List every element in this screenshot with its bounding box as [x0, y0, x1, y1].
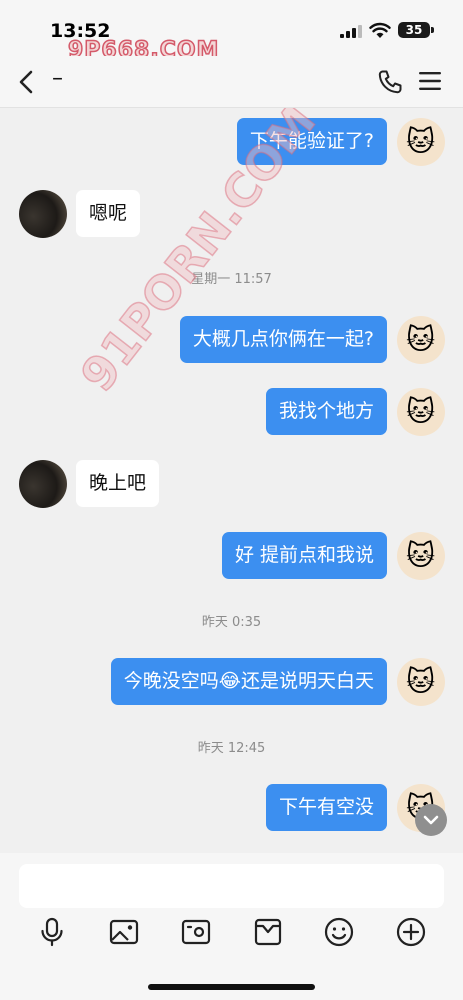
video-icon[interactable] [180, 916, 212, 948]
self-avatar[interactable]: 🐱 [397, 118, 445, 166]
message-list[interactable]: 下午能验证了? 🐱 嗯呢 星期一 11:57 大概几点你俩在一起? 🐱 我找个地… [0, 108, 463, 853]
battery-icon: 35 [398, 22, 430, 38]
message-bubble-outgoing[interactable]: 下午有空没 [265, 784, 387, 831]
status-bar: 13:52 9P668.COM 35 [0, 0, 463, 64]
battery-cap [431, 27, 434, 33]
signal-icon [340, 25, 362, 38]
wifi-icon [369, 22, 391, 38]
composer [0, 853, 463, 1000]
cat-avatar-icon: 🐱 [406, 395, 436, 428]
image-icon[interactable] [108, 916, 140, 948]
plus-icon[interactable] [395, 916, 427, 948]
message-timestamp: 昨天 12:45 [197, 741, 266, 756]
scroll-to-bottom-button[interactable] [415, 804, 447, 836]
phone-icon[interactable] [377, 69, 403, 95]
self-avatar[interactable]: 🐱 [397, 658, 445, 706]
message-bubble-outgoing[interactable]: 下午能验证了? [236, 118, 387, 165]
package-icon[interactable] [252, 916, 284, 948]
message-bubble-outgoing[interactable]: 我找个地方 [265, 388, 387, 435]
chat-header: – [0, 56, 463, 108]
microphone-icon[interactable] [36, 916, 68, 948]
message-bubble-outgoing[interactable]: 好 提前点和我说 [221, 532, 387, 579]
contact-avatar[interactable] [19, 460, 67, 508]
cat-avatar-icon: 🐱 [406, 125, 436, 158]
message-bubble-outgoing[interactable]: 今晚没空吗😂还是说明天白天 [110, 658, 387, 705]
message-bubble-incoming[interactable]: 晚上吧 [76, 460, 160, 507]
cat-avatar-icon: 🐱 [406, 323, 436, 356]
self-avatar[interactable]: 🐱 [397, 316, 445, 364]
cat-avatar-icon: 🐱 [406, 539, 436, 572]
contact-name: – [52, 66, 63, 91]
chevron-down-icon [423, 815, 439, 825]
cat-avatar-icon: 🐱 [406, 665, 436, 698]
message-bubble-incoming[interactable]: 嗯呢 [76, 190, 141, 237]
emoji-icon[interactable] [323, 916, 355, 948]
message-timestamp: 星期一 11:57 [191, 272, 272, 287]
back-arrow-icon[interactable] [14, 68, 40, 96]
contact-avatar[interactable] [19, 190, 67, 238]
self-avatar[interactable]: 🐱 [397, 388, 445, 436]
message-timestamp: 昨天 0:35 [201, 615, 262, 630]
message-input[interactable] [19, 864, 444, 908]
home-indicator[interactable] [148, 984, 315, 990]
menu-icon[interactable] [419, 71, 441, 91]
message-bubble-outgoing[interactable]: 大概几点你俩在一起? [179, 316, 387, 363]
self-avatar[interactable]: 🐱 [397, 532, 445, 580]
